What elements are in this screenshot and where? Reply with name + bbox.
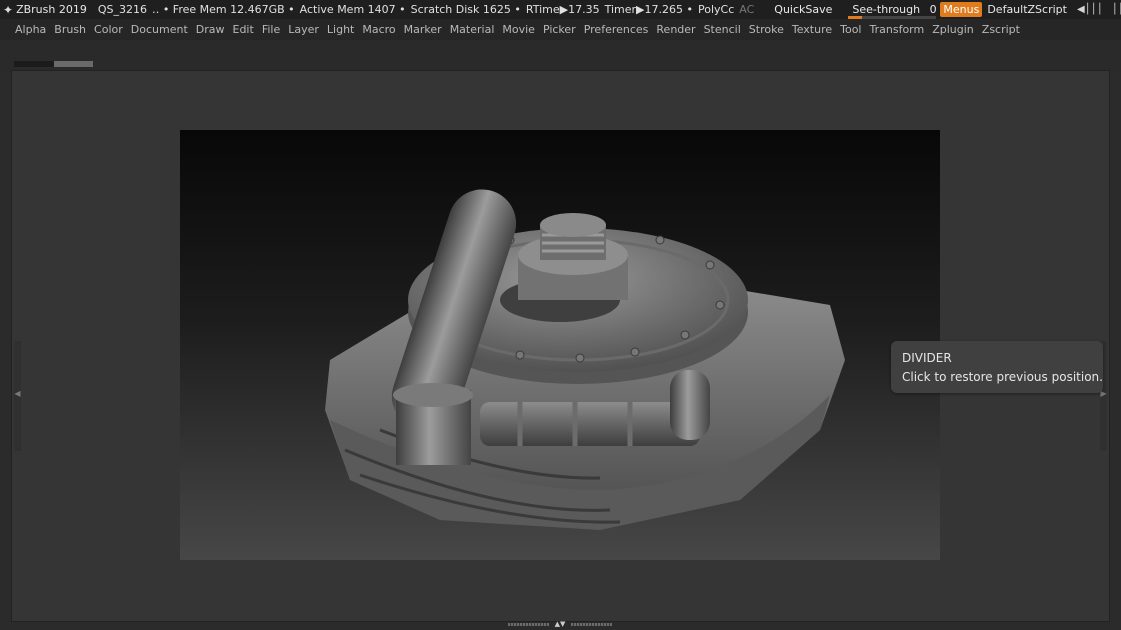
menu-preferences[interactable]: Preferences <box>580 23 653 36</box>
divider-grip-right <box>571 623 612 626</box>
quicksketch-label: QS_3216 <box>97 3 147 16</box>
zbrush-logo-icon[interactable]: ✦ <box>3 3 13 17</box>
title-bar: ✦ ZBrush 2019 QS_3216 ‥ • Free Mem 12.46… <box>0 0 1121 19</box>
polycount-readout: PolyCc <box>698 3 735 16</box>
active-mem-readout: Active Mem 1407 • <box>299 3 406 16</box>
menu-zplugin[interactable]: Zplugin <box>928 23 978 36</box>
layout-next-icon[interactable]: │││▶ <box>1112 4 1121 15</box>
bottom-tray-divider[interactable]: ▲▼ <box>508 621 612 628</box>
active-document-tab[interactable] <box>54 61 93 67</box>
menus-button[interactable]: Menus <box>940 2 983 17</box>
rtime-readout: RTime▶17.35 <box>525 3 600 16</box>
quicksave-button[interactable]: QuickSave <box>774 3 832 16</box>
main-menu-bar: Alpha Brush Color Document Draw Edit Fil… <box>0 19 1121 40</box>
document-canvas[interactable] <box>180 130 940 560</box>
see-through-label: See-through <box>852 3 921 16</box>
menu-movie[interactable]: Movie <box>498 23 539 36</box>
menu-zscript[interactable]: Zscript <box>978 23 1024 36</box>
scratch-disk-readout: Scratch Disk 1625 • <box>410 3 521 16</box>
free-mem-readout: ‥ • Free Mem 12.467GB • <box>151 3 295 16</box>
divider-tooltip: DIVIDER Click to restore previous positi… <box>891 341 1103 393</box>
document-tab-strip[interactable] <box>14 61 93 67</box>
default-zscript-button[interactable]: DefaultZScript <box>987 3 1067 16</box>
menu-brush[interactable]: Brush <box>50 23 90 36</box>
divider-arrows-icon: ▲▼ <box>554 620 566 628</box>
left-tray-handle[interactable]: ◀ <box>14 341 21 451</box>
menu-layer[interactable]: Layer <box>284 23 323 36</box>
menu-transform[interactable]: Transform <box>866 23 929 36</box>
menu-material[interactable]: Material <box>446 23 499 36</box>
see-through-slider[interactable]: See-through 0 <box>848 3 937 19</box>
layout-prev-icon[interactable]: ◀│││ <box>1077 4 1103 15</box>
menu-light[interactable]: Light <box>323 23 358 36</box>
menu-draw[interactable]: Draw <box>192 23 229 36</box>
timer-readout: Timer▶17.265 • <box>604 3 693 16</box>
menu-marker[interactable]: Marker <box>400 23 446 36</box>
app-title: ZBrush 2019 <box>16 3 87 16</box>
menu-stroke[interactable]: Stroke <box>745 23 788 36</box>
polycount-tail: AC <box>739 3 755 16</box>
divider-grip-left <box>508 623 549 626</box>
see-through-value: 0 <box>929 3 937 16</box>
tooltip-text: Click to restore previous position. <box>902 370 1103 384</box>
tooltip-title: DIVIDER <box>902 351 952 365</box>
menu-color[interactable]: Color <box>90 23 127 36</box>
left-arrow-icon: ◀ <box>14 389 21 398</box>
menu-stencil[interactable]: Stencil <box>700 23 745 36</box>
menu-render[interactable]: Render <box>652 23 699 36</box>
menu-document[interactable]: Document <box>127 23 192 36</box>
menu-tool[interactable]: Tool <box>836 23 865 36</box>
top-shelf <box>0 40 1121 72</box>
sculpt-model <box>325 189 845 530</box>
menu-texture[interactable]: Texture <box>788 23 836 36</box>
menu-macro[interactable]: Macro <box>358 23 399 36</box>
menu-file[interactable]: File <box>258 23 284 36</box>
menu-edit[interactable]: Edit <box>229 23 258 36</box>
menu-picker[interactable]: Picker <box>539 23 580 36</box>
menu-alpha[interactable]: Alpha <box>0 23 50 36</box>
